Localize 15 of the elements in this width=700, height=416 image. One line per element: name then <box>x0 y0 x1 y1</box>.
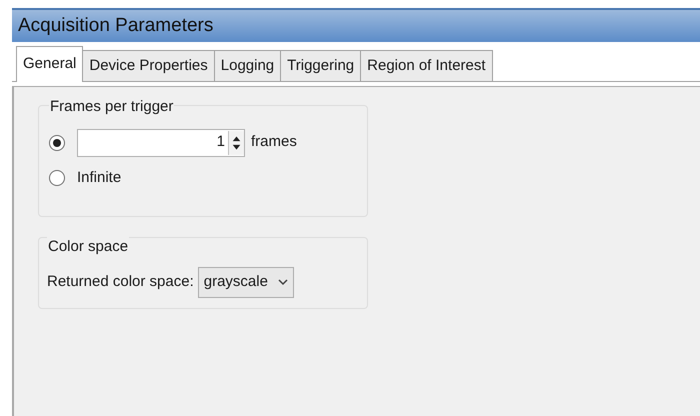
radio-button[interactable] <box>49 170 65 186</box>
tab[interactable]: Triggering <box>281 50 362 81</box>
frames-spin-field[interactable]: 1 <box>77 128 245 156</box>
spin-arrows-icon[interactable] <box>228 130 244 154</box>
radio-label: Infinite <box>77 168 122 188</box>
field-label: Returned color space: <box>47 272 194 292</box>
chevron-down-icon <box>278 278 288 286</box>
color-space-dropdown[interactable]: grayscale <box>198 266 294 298</box>
tab[interactable]: General <box>16 46 84 82</box>
tab[interactable]: Region of Interest <box>361 50 493 81</box>
tab[interactable]: Device Properties <box>83 50 215 81</box>
unit-label: frames <box>251 132 297 152</box>
tab[interactable]: Logging <box>214 50 282 81</box>
window-title: Acquisition Parameters <box>12 8 700 42</box>
radio-button[interactable] <box>49 134 65 150</box>
